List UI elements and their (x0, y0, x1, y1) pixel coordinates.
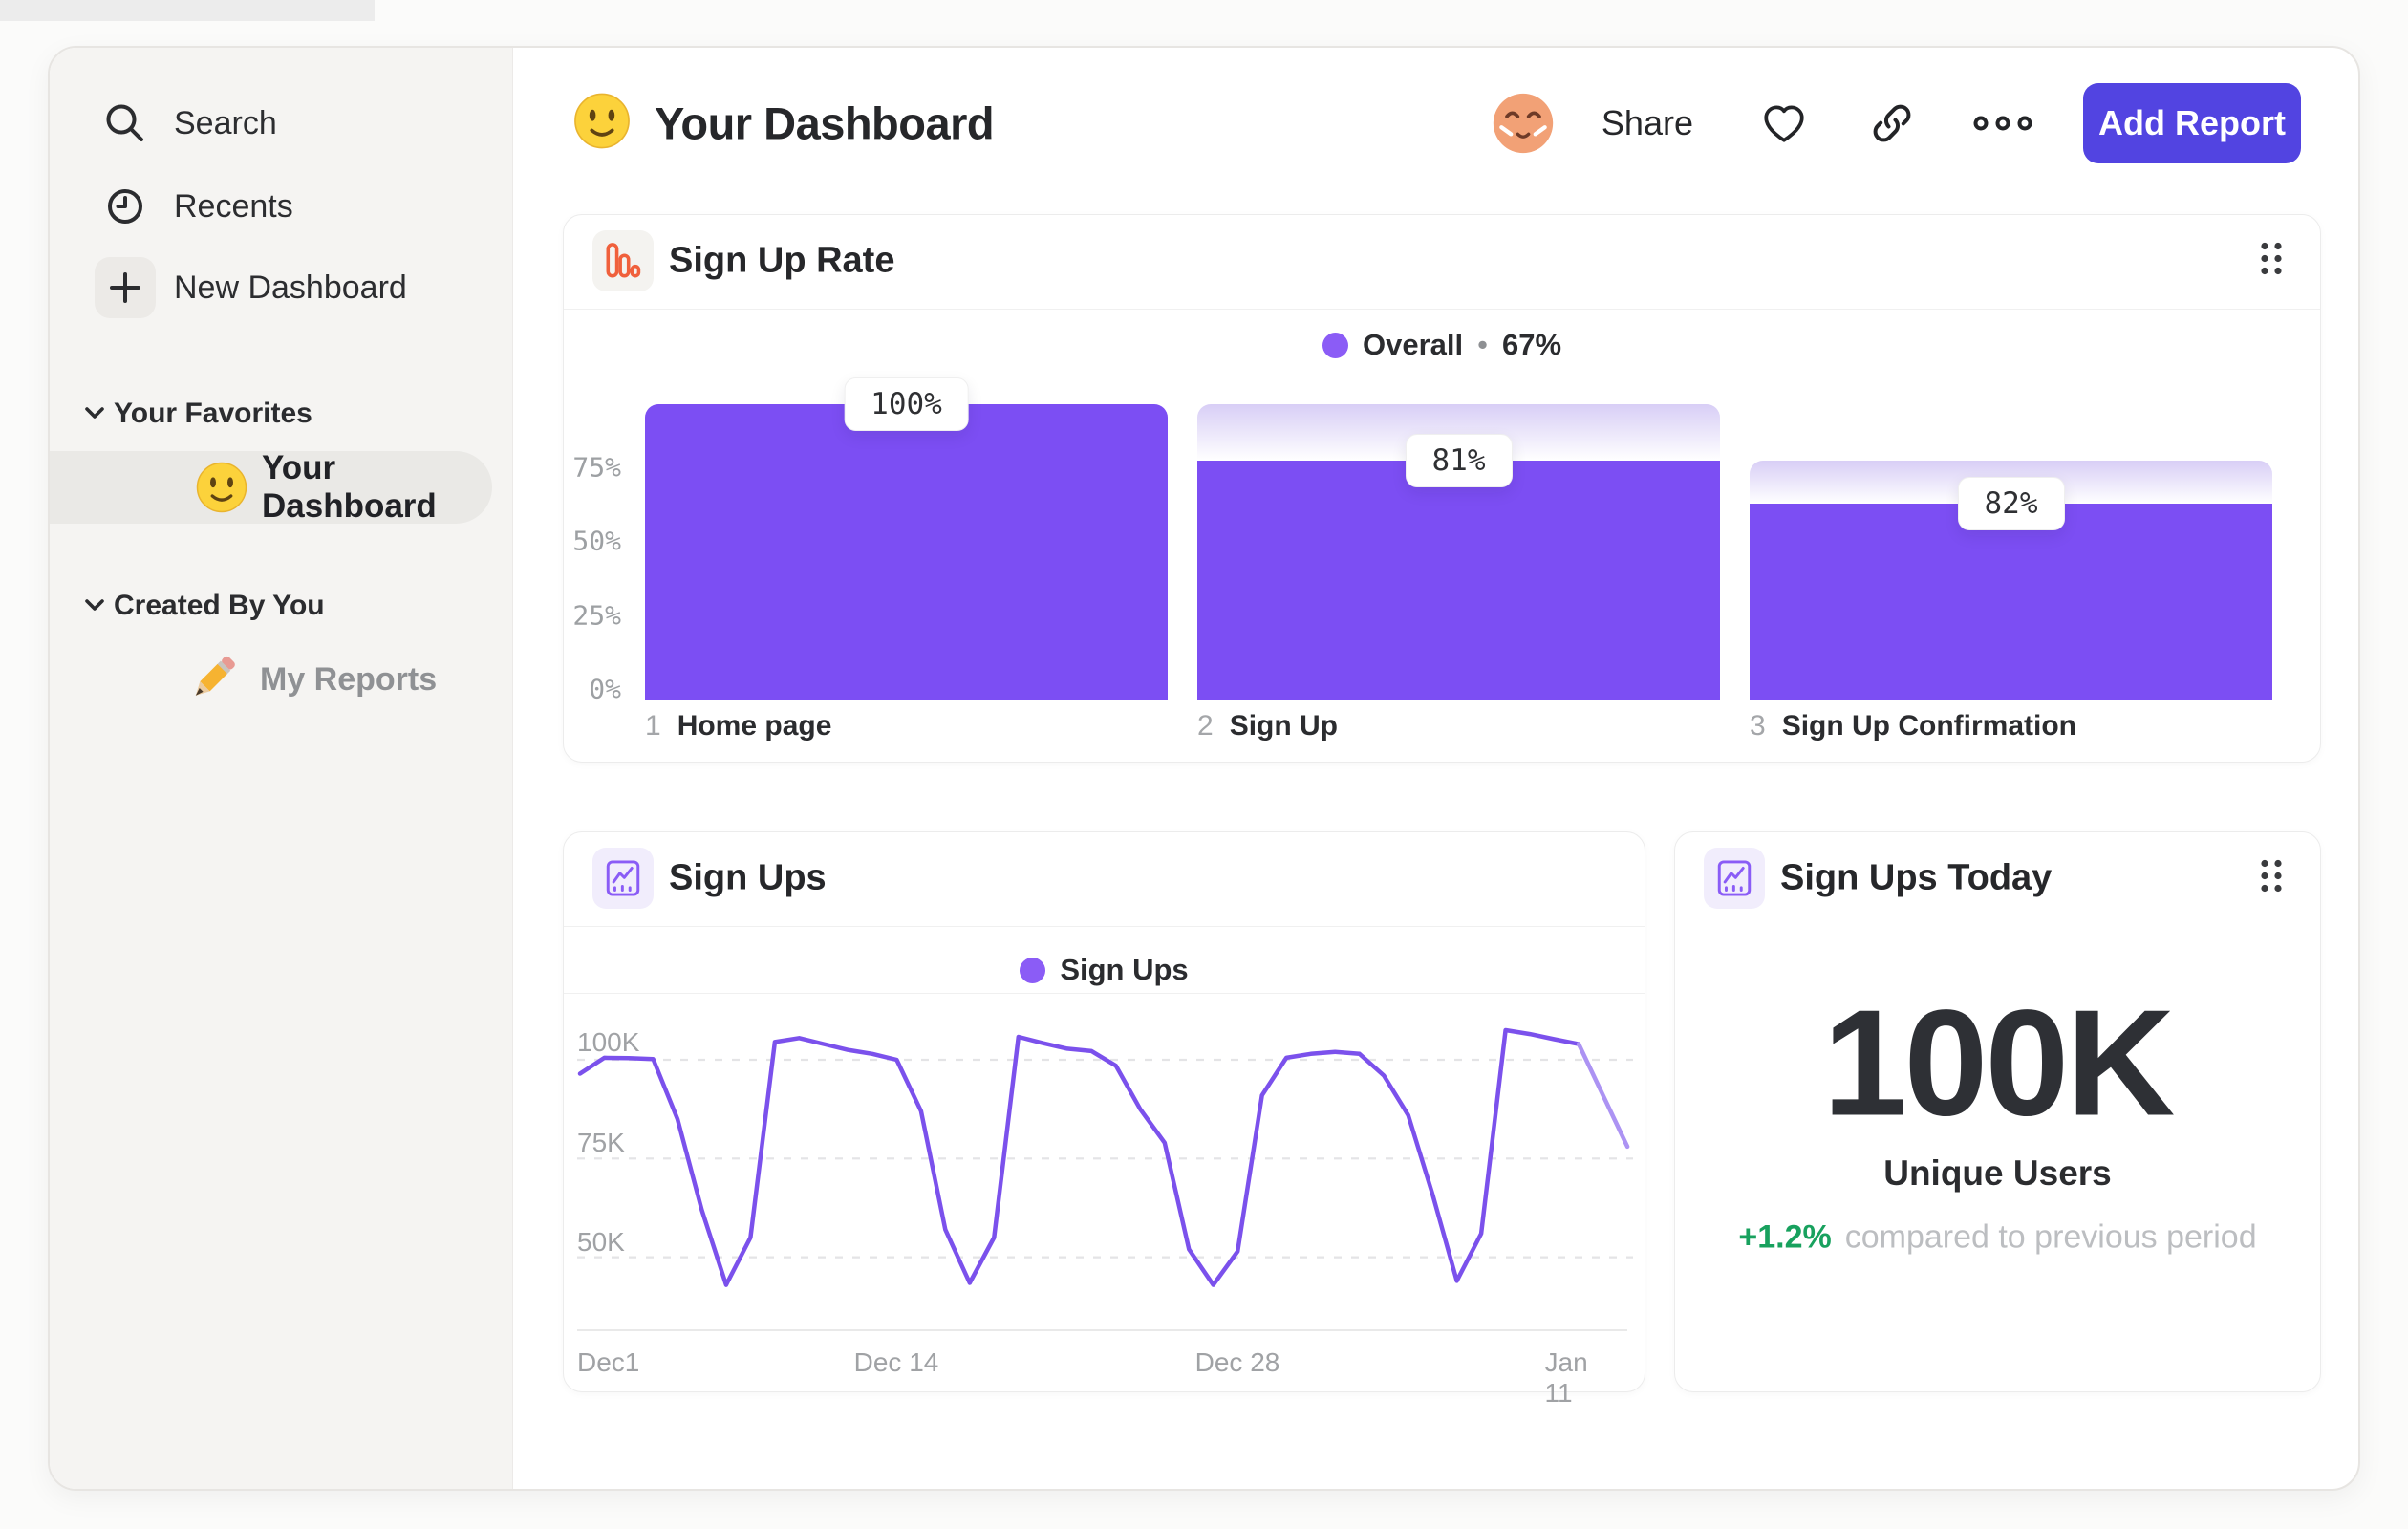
sidebar-item-label: Recents (174, 187, 293, 225)
smiley-emoji (193, 459, 250, 516)
header-actions: Share Add Report (1491, 83, 2301, 163)
sign-ups-today-card: Sign Ups Today 100K Unique Users +1.2% co… (1674, 831, 2321, 1392)
chevron-down-icon (84, 406, 105, 421)
stat-label: Unique Users (1883, 1153, 2112, 1193)
avatar[interactable] (1491, 91, 1556, 156)
card-header: Sign Ups Today (1675, 832, 2320, 926)
y-tick-label: 100K (577, 1027, 640, 1057)
x-tick-label: Dec 14 (853, 1347, 939, 1377)
funnel-step-label: 1 Home page (645, 710, 1168, 743)
value-label: 82% (1957, 477, 2065, 531)
funnel-bar-sign-up[interactable]: 81% (1197, 404, 1720, 700)
step-number: 1 (645, 710, 661, 742)
stat-delta: +1.2% (1738, 1218, 1832, 1256)
add-report-button[interactable]: Add Report (2083, 83, 2301, 163)
window-artifact (0, 0, 375, 21)
line-chart-icon (1704, 848, 1765, 909)
step-number: 2 (1197, 710, 1214, 742)
sidebar-item-my-reports[interactable]: My Reports (50, 646, 513, 713)
line-chart-svg (577, 1027, 1633, 1331)
value-label: 100% (844, 377, 969, 431)
drag-handle-icon[interactable] (2255, 236, 2288, 287)
sidebar-item-search[interactable]: Search (50, 90, 513, 157)
funnel-legend: Overall • 67% (564, 322, 2320, 368)
funnel-bar-fill (645, 404, 1168, 700)
page-title-text: Your Dashboard (655, 97, 995, 149)
sidebar-item-recents[interactable]: Recents (50, 173, 513, 240)
funnel-x-axis: 1 Home page 2 Sign Up 3 Sign Up Confirma… (645, 710, 2272, 752)
divider (564, 926, 1645, 927)
sidebar: Search Recents New Dashboard Your Favori… (50, 48, 513, 1489)
stat-delta-note: compared to previous period (1844, 1218, 2257, 1256)
pencil-emoji (189, 652, 245, 707)
line-chart-icon (592, 848, 654, 909)
card-header: Sign Ups (564, 832, 1645, 926)
y-tick-label: 0% (589, 673, 621, 705)
stat-delta-row: +1.2% compared to previous period (1675, 1219, 2320, 1257)
divider (564, 309, 2320, 310)
card-title: Sign Ups Today (1780, 857, 2053, 898)
y-tick-label: 75% (572, 451, 621, 484)
sidebar-item-label: My Reports (260, 660, 438, 698)
funnel-bar-home-page[interactable]: 100% (645, 377, 1168, 700)
bar-chart-icon (592, 230, 654, 291)
sign-ups-card: Sign Ups Sign Ups 100K 75K 50K Dec1 Dec … (563, 831, 1646, 1408)
x-tick-label: Jan 11 (1544, 1347, 1588, 1408)
sidebar-item-your-dashboard[interactable]: Your Dashboard (50, 449, 492, 525)
card-title: Sign Up Rate (669, 240, 895, 281)
legend-separator: • (1477, 328, 1488, 361)
sidebar-item-label: Search (174, 104, 277, 141)
favorite-heart-icon[interactable] (1760, 99, 1808, 147)
sidebar-item-label: New Dashboard (174, 269, 407, 306)
x-tick-label: Dec 28 (1194, 1347, 1280, 1377)
section-header-label: Your Favorites (114, 398, 312, 429)
app-panel: Search Recents New Dashboard Your Favori… (48, 46, 2360, 1491)
y-tick-label: 75K (577, 1128, 625, 1157)
copy-link-icon[interactable] (1869, 100, 1915, 146)
step-number: 3 (1750, 710, 1766, 742)
section-header-label: Created By You (114, 590, 325, 621)
sidebar-item-label: Your Dashboard (262, 449, 437, 525)
card-header: Sign Up Rate (564, 215, 2320, 309)
search-icon (95, 93, 156, 154)
funnel-y-axis: 75% 50% 25% 0% (572, 404, 621, 705)
share-button[interactable]: Share (1602, 103, 1693, 143)
y-tick-label: 50% (572, 525, 621, 557)
dashboard-emoji (570, 90, 634, 158)
step-category: Sign Up (1229, 710, 1339, 742)
sidebar-item-new-dashboard[interactable]: New Dashboard (50, 254, 513, 321)
legend-dot-icon (1020, 957, 1046, 983)
page-title: Your Dashboard (570, 90, 995, 158)
funnel-bar-sign-up-confirmation[interactable]: 82% (1750, 404, 2272, 700)
value-label: 81% (1405, 433, 1513, 487)
x-tick-label: Dec1 (577, 1347, 640, 1377)
legend-label: Sign Ups (1060, 953, 1189, 986)
step-category: Sign Up Confirmation (1781, 710, 2076, 742)
line-chart-plot[interactable]: 100K 75K 50K Dec1 Dec 14 Dec 28 Jan 11 (564, 993, 1646, 1408)
chevron-down-icon (84, 598, 105, 614)
funnel-bar-fill (1750, 504, 2272, 700)
funnel-bar-fill (1197, 460, 1720, 700)
legend-dot-icon (1322, 332, 1348, 358)
stat-value: 100K (1822, 979, 2176, 1148)
drag-handle-icon[interactable] (2255, 853, 2288, 904)
sign-up-rate-card: Sign Up Rate Overall • 67% 75% 50% 25% 0… (563, 214, 2321, 763)
legend-value: 67% (1501, 328, 1562, 361)
section-created-by-you[interactable]: Created By You (50, 579, 513, 633)
step-category: Home page (677, 710, 832, 742)
funnel-plot: 100% 81% 82% (645, 377, 2272, 700)
more-options-icon[interactable] (1972, 113, 2033, 134)
card-title: Sign Ups (669, 857, 827, 898)
legend-label: Overall (1362, 328, 1464, 361)
funnel-step-label: 2 Sign Up (1197, 710, 1720, 743)
plus-icon (95, 257, 156, 318)
line-legend: Sign Ups (564, 947, 1645, 993)
y-tick-label: 50K (577, 1227, 625, 1257)
section-your-favorites[interactable]: Your Favorites (50, 387, 513, 441)
funnel-step-label: 3 Sign Up Confirmation (1750, 710, 2272, 743)
y-tick-label: 25% (572, 599, 621, 632)
clock-icon (95, 176, 156, 237)
